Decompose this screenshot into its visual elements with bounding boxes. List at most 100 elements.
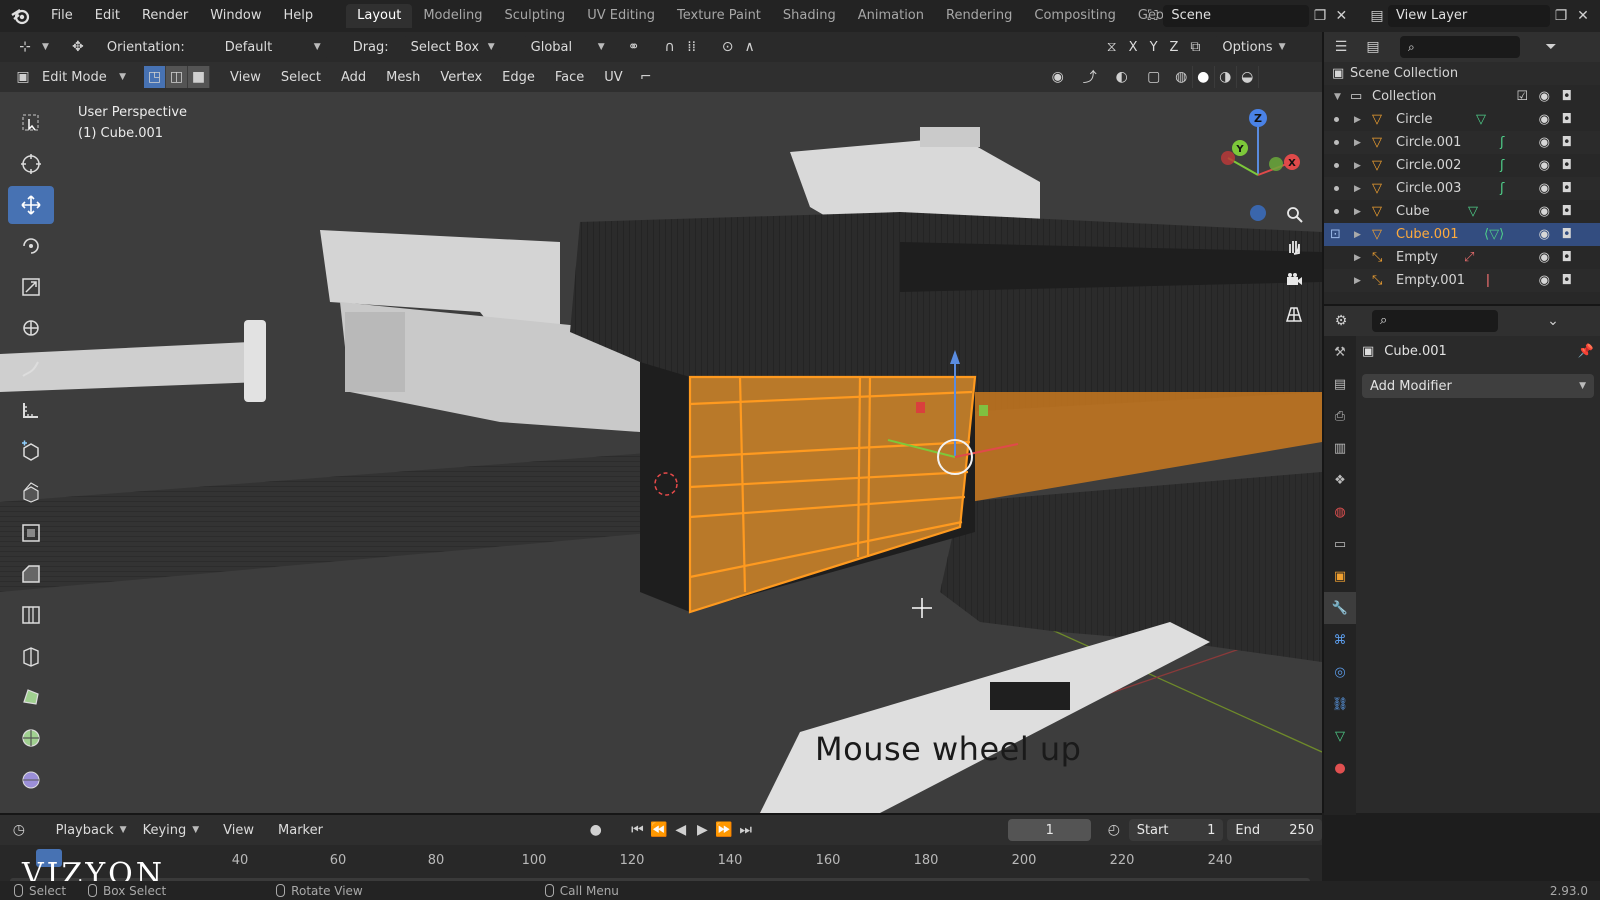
expand-icon[interactable]: ▶ [1354,276,1361,286]
eye-icon[interactable]: ◉ [1539,158,1550,173]
outliner-item-cube-001[interactable]: ⊡ ▶ ▽ Cube.001 ⟨▽⟩ ◉ ◘ [1324,223,1600,246]
menu-edge[interactable]: Edge [496,66,541,88]
tab-shading[interactable]: Shading [772,4,847,28]
end-frame-field[interactable]: End 250 [1227,819,1323,841]
scene-icon[interactable]: ⛶ [1142,5,1163,27]
camera-icon[interactable]: ◘ [1562,227,1572,242]
visibility-icon[interactable]: ◉ [1047,66,1069,88]
camera-icon[interactable]: ◘ [1562,89,1572,104]
expand-icon[interactable]: ▶ [1354,184,1361,194]
add-modifier-button[interactable]: Add Modifier ▼ [1362,374,1594,398]
camera-icon[interactable]: ◘ [1562,250,1572,265]
current-frame-field[interactable]: 1 [1008,819,1092,841]
menu-mesh[interactable]: Mesh [380,66,426,88]
edge-select-icon[interactable]: ◫ [166,66,188,88]
outliner-item-circle-002[interactable]: ▶ ▽ Circle.002 ʃ ◉ ◘ [1324,154,1600,177]
ortho-grid-icon[interactable] [1280,300,1308,328]
outliner-item-empty[interactable]: ▶ ⤡ Empty ⤢ ◉ ◘ [1324,246,1600,269]
timeline-ruler[interactable]: 40 60 80 100 120 140 160 180 200 220 240… [0,845,1322,892]
properties-search-input[interactable]: ⌕ [1372,310,1498,332]
display-mode-icon[interactable]: ▤ [1362,36,1384,58]
outliner-item-circle-003[interactable]: ▶ ▽ Circle.003 ʃ ◉ ◘ [1324,177,1600,200]
play-icon[interactable]: ▶ [692,819,714,841]
new-scene-icon[interactable]: ❐ [1309,5,1330,27]
camera-view-icon[interactable] [1280,266,1308,294]
snap-grid-icon[interactable]: ⁞⁞ [681,36,703,58]
jump-end-icon[interactable]: ⏭ [735,819,757,841]
mode-dropdown[interactable]: Edit Mode ▼ [34,66,134,88]
chevron-down-icon[interactable]: ⌄ [1542,310,1564,332]
pan-hand-icon[interactable] [1280,232,1308,260]
cursor-tool-icon[interactable] [8,145,54,183]
eye-icon[interactable]: ◉ [1539,135,1550,150]
move-tool-icon[interactable] [8,186,54,224]
material-tab-icon[interactable]: ● [1324,752,1356,784]
move-tool-icon[interactable]: ✥ [67,36,89,58]
tab-uv-editing[interactable]: UV Editing [576,4,666,28]
inset-tool-icon[interactable] [8,514,54,552]
delete-scene-icon[interactable]: ✕ [1331,5,1352,27]
tab-layout[interactable]: Layout [346,4,413,28]
rendered-shading-icon[interactable]: ◒ [1237,66,1259,88]
menu-uv[interactable]: UV [598,66,628,88]
camera-icon[interactable]: ◘ [1562,135,1572,150]
eye-icon[interactable]: ◉ [1539,273,1550,288]
tool-tab-icon[interactable]: ⚒ [1324,336,1356,368]
tab-texture-paint[interactable]: Texture Paint [666,4,772,28]
stopwatch-icon[interactable]: ◴ [1103,819,1125,841]
eye-icon[interactable]: ◉ [1539,181,1550,196]
poly-build-tool-icon[interactable] [8,678,54,716]
eye-icon[interactable]: ◉ [1539,250,1550,265]
measure-tool-icon[interactable] [8,391,54,429]
new-view-layer-icon[interactable]: ❐ [1550,5,1572,27]
menu-select[interactable]: Select [275,66,327,88]
particles-tab-icon[interactable]: ⌘ [1324,624,1356,656]
knife-tool-icon[interactable] [8,637,54,675]
annotate-tool-icon[interactable] [8,350,54,388]
options-dropdown[interactable]: Options ▼ [1214,36,1286,58]
menu-marker[interactable]: Marker [270,823,331,838]
constraints-tab-icon[interactable]: ⛓ [1324,688,1356,720]
menu-view[interactable]: View [224,66,267,88]
collection-expand-icon[interactable]: ▼ [1334,92,1341,102]
menu-window[interactable]: Window [199,0,272,32]
menu-vertex[interactable]: Vertex [434,66,488,88]
pin-icon[interactable]: 📌 [1578,344,1594,359]
expand-icon[interactable]: ▶ [1354,230,1361,240]
snap-magnet-icon[interactable]: ∩ [659,36,681,58]
timeline-editor-type-icon[interactable]: ◷ [8,819,30,841]
camera-icon[interactable]: ◘ [1562,158,1572,173]
mirror-axis-z[interactable]: Z [1164,36,1185,58]
view-layer-field[interactable]: View Layer [1388,5,1550,27]
outliner-item-circle-001[interactable]: ▶ ▽ Circle.001 ʃ ◉ ◘ [1324,131,1600,154]
properties-editor-type-icon[interactable]: ⚙ [1330,310,1352,332]
eye-icon[interactable]: ◉ [1539,204,1550,219]
uv-sync-icon[interactable]: ⌐ [635,66,657,88]
menu-face[interactable]: Face [549,66,590,88]
mirror-axis-y[interactable]: Y [1144,36,1164,58]
eye-icon[interactable]: ◉ [1539,112,1550,127]
proportional-edit-icon[interactable]: ⊙ [717,36,739,58]
auto-merge-icon[interactable]: ⧉ [1184,36,1206,58]
modifier-tab-icon[interactable]: 🔧 [1324,592,1356,624]
camera-icon[interactable]: ◘ [1562,181,1572,196]
eye-icon[interactable]: ◉ [1539,89,1550,104]
menu-add[interactable]: Add [335,66,372,88]
eye-icon[interactable]: ◉ [1539,227,1550,242]
prev-keyframe-icon[interactable]: ⏪ [648,819,670,841]
overlays-icon[interactable]: ◐ [1111,66,1133,88]
transform-tool-icon[interactable] [8,309,54,347]
menu-help[interactable]: Help [273,0,325,32]
scale-tool-icon[interactable] [8,268,54,306]
loop-cut-tool-icon[interactable] [8,596,54,634]
expand-icon[interactable]: ▶ [1354,253,1361,263]
menu-timeline-view[interactable]: View [215,823,262,838]
collection-tab-icon[interactable]: ▭ [1324,528,1356,560]
physics-tab-icon[interactable]: ◎ [1324,656,1356,688]
wireframe-shading-icon[interactable]: ◍ [1171,66,1193,88]
expand-icon[interactable]: ▶ [1354,161,1361,171]
scene-collection-row[interactable]: ▣ Scene Collection [1324,62,1600,85]
transform-orientation-dropdown[interactable]: Global ▼ [522,36,613,58]
orientation-dropdown[interactable]: Default ▼ [216,36,329,58]
rotate-tool-icon[interactable] [8,227,54,265]
